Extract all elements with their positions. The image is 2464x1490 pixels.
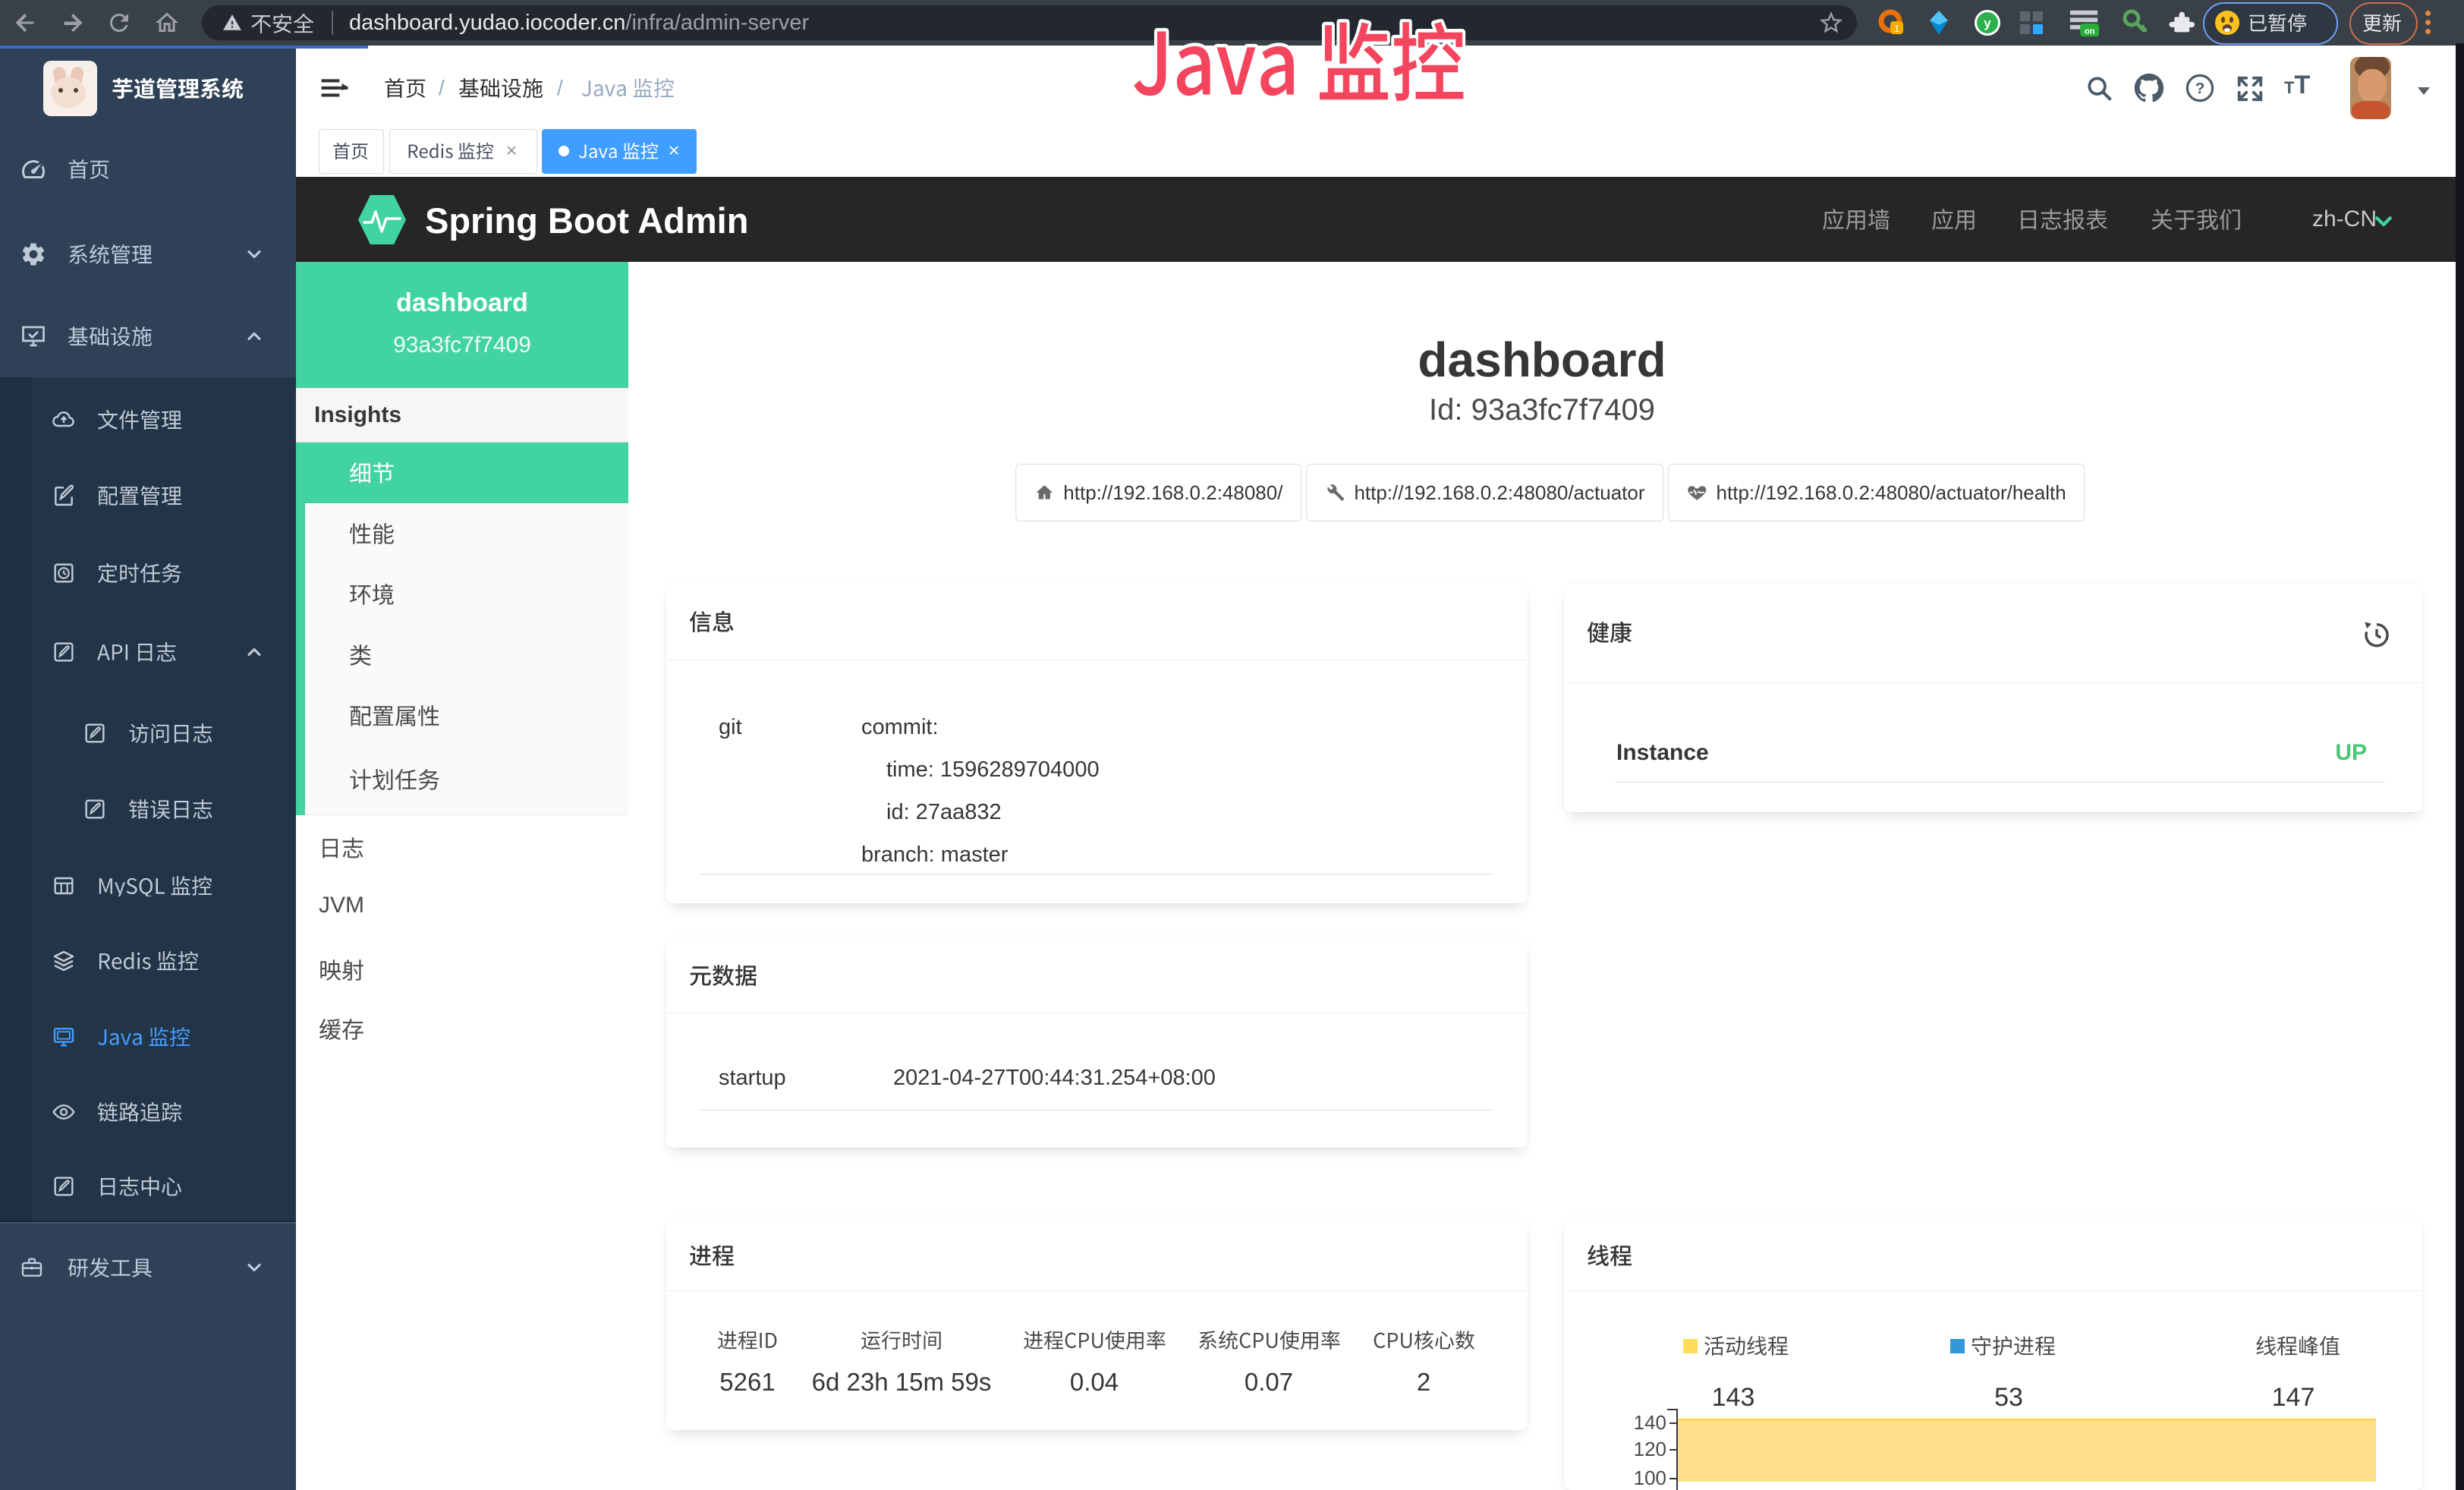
svg-text:on: on xyxy=(2085,27,2095,36)
svg-text:y: y xyxy=(1984,16,1991,30)
svg-text:?: ? xyxy=(2195,80,2205,97)
svg-text:1: 1 xyxy=(1894,23,1899,34)
